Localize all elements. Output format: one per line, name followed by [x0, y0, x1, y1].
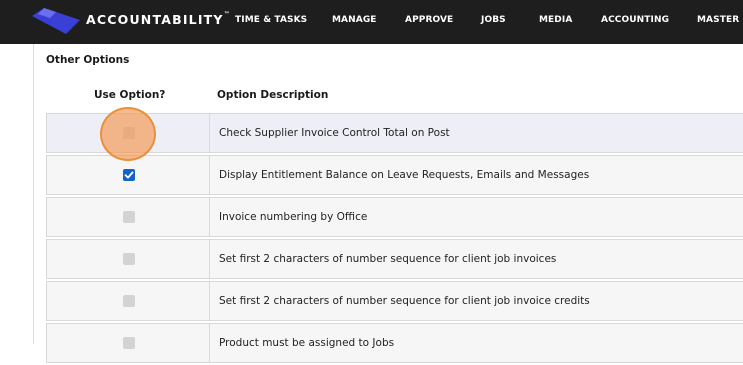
option-description: Invoice numbering by Office	[219, 211, 368, 223]
option-row: Invoice numbering by Office	[46, 197, 743, 237]
option-checkbox[interactable]	[123, 169, 135, 181]
option-checkbox[interactable]	[123, 337, 135, 349]
nav-jobs[interactable]: JOBS	[481, 15, 506, 25]
column-header-option-description: Option Description	[217, 89, 329, 101]
option-row: Display Entitlement Balance on Leave Req…	[46, 155, 743, 195]
option-description: Set first 2 characters of number sequenc…	[219, 295, 590, 307]
nav-media[interactable]: MEDIA	[539, 15, 572, 25]
option-description: Set first 2 characters of number sequenc…	[219, 253, 557, 265]
section-title: Other Options	[46, 54, 130, 66]
option-row: Set first 2 characters of number sequenc…	[46, 239, 743, 279]
option-check-cell	[47, 282, 210, 320]
click-highlight-marker	[100, 107, 156, 161]
nav-master-files[interactable]: MASTER F	[697, 15, 743, 25]
nav-manage[interactable]: MANAGE	[332, 15, 377, 25]
options-table: Check Supplier Invoice Control Total on …	[46, 113, 743, 365]
options-panel: Other Options Use Option? Option Descrip…	[33, 44, 743, 363]
option-description: Display Entitlement Balance on Leave Req…	[219, 169, 590, 181]
brand-name[interactable]: ACCOUNTABILITY™	[86, 11, 230, 27]
option-description: Product must be assigned to Jobs	[219, 337, 395, 349]
option-check-cell	[47, 156, 210, 194]
option-description: Check Supplier Invoice Control Total on …	[219, 127, 450, 139]
option-checkbox[interactable]	[123, 211, 135, 223]
nav-accounting[interactable]: ACCOUNTING	[601, 15, 669, 25]
option-row: Product must be assigned to Jobs	[46, 323, 743, 363]
top-nav-bar: ACCOUNTABILITY™ TIME & TASKS MANAGE APPR…	[0, 0, 743, 44]
option-row: Set first 2 characters of number sequenc…	[46, 281, 743, 321]
option-check-cell	[47, 324, 210, 362]
option-checkbox[interactable]	[123, 253, 135, 265]
option-check-cell	[47, 240, 210, 278]
checkmark-icon	[124, 171, 134, 179]
column-header-use-option: Use Option?	[94, 89, 166, 101]
nav-approve[interactable]: APPROVE	[405, 15, 453, 25]
accountability-logo-icon[interactable]	[32, 8, 80, 34]
option-check-cell	[47, 198, 210, 236]
nav-time-and-tasks[interactable]: TIME & TASKS	[235, 15, 307, 25]
option-checkbox[interactable]	[123, 295, 135, 307]
